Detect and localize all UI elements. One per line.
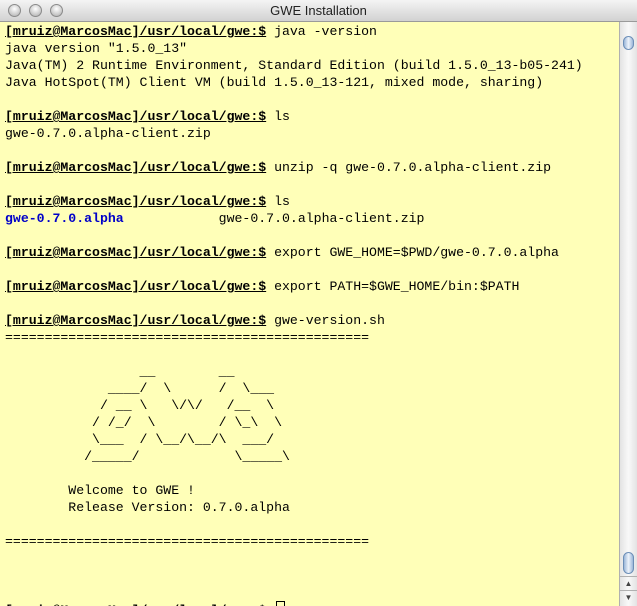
- output-line: ========================================…: [5, 533, 583, 550]
- output-line: ____/ \ / \___: [5, 380, 583, 397]
- line-text: / /_/ \ / \_\ \: [5, 415, 282, 430]
- line-text: unzip -q gwe-0.7.0.alpha-client.zip: [266, 160, 552, 175]
- line-text: gwe-0.7.0.alpha-client.zip: [5, 126, 211, 141]
- command-line: [mruiz@MarcosMac]/usr/local/gwe:$ export…: [5, 244, 583, 261]
- command-line: [mruiz@MarcosMac]/usr/local/gwe:$ java -…: [5, 23, 583, 40]
- shell-prompt: [mruiz@MarcosMac]/usr/local/gwe:$: [5, 279, 267, 294]
- line-text: Welcome to GWE !: [5, 483, 195, 498]
- output-line: gwe-0.7.0.alpha gwe-0.7.0.alpha-client.z…: [5, 210, 583, 227]
- output-line: java version "1.5.0_13": [5, 40, 583, 57]
- line-text: gwe-version.sh: [266, 313, 385, 328]
- command-line: [mruiz@MarcosMac]/usr/local/gwe:$: [5, 601, 583, 606]
- output-line: __ __: [5, 363, 583, 380]
- line-text: gwe-0.7.0.alpha-client.zip: [123, 211, 425, 226]
- output-line: /_____/ \_____\: [5, 448, 583, 465]
- line-text: Release Version: 0.7.0.alpha: [5, 500, 290, 515]
- shell-prompt: [mruiz@MarcosMac]/usr/local/gwe:$: [5, 313, 267, 328]
- command-line: [mruiz@MarcosMac]/usr/local/gwe:$ ls: [5, 193, 583, 210]
- window-title: GWE Installation: [270, 3, 367, 18]
- scroll-down-arrow-icon[interactable]: ▼: [620, 590, 637, 605]
- line-text: export PATH=$GWE_HOME/bin:$PATH: [266, 279, 520, 294]
- line-text: ls: [266, 109, 290, 124]
- line-text: export GWE_HOME=$PWD/gwe-0.7.0.alpha: [266, 245, 559, 260]
- output-line: / __ \ \/\/ /__ \: [5, 397, 583, 414]
- scroll-up-arrow-icon[interactable]: ▲: [620, 576, 637, 591]
- line-text: ========================================…: [5, 330, 370, 345]
- line-text: /_____/ \_____\: [5, 449, 290, 464]
- output-line: / /_/ \ / \_\ \: [5, 414, 583, 431]
- shell-prompt: [mruiz@MarcosMac]/usr/local/gwe:$: [5, 109, 267, 124]
- command-line: [mruiz@MarcosMac]/usr/local/gwe:$ unzip …: [5, 159, 583, 176]
- output-line: \___ / \__/\__/\ ___/: [5, 431, 583, 448]
- line-text: ========================================…: [5, 534, 370, 549]
- output-line: Java(TM) 2 Runtime Environment, Standard…: [5, 57, 583, 74]
- terminal-window: GWE Installation [mruiz@MarcosMac]/usr/l…: [0, 0, 637, 606]
- output-line: gwe-0.7.0.alpha-client.zip: [5, 125, 583, 142]
- output-line: Release Version: 0.7.0.alpha: [5, 499, 583, 516]
- line-text: __ __: [5, 364, 235, 379]
- text-cursor: [276, 601, 286, 606]
- line-text: ____/ \ / \___: [5, 381, 275, 396]
- terminal-lines: [mruiz@MarcosMac]/usr/local/gwe:$ java -…: [5, 23, 583, 606]
- command-line: [mruiz@MarcosMac]/usr/local/gwe:$ export…: [5, 278, 583, 295]
- line-text: java version "1.5.0_13": [5, 41, 188, 56]
- directory-entry: gwe-0.7.0.alpha: [5, 211, 124, 226]
- command-line: [mruiz@MarcosMac]/usr/local/gwe:$ gwe-ve…: [5, 312, 583, 329]
- title-bar[interactable]: GWE Installation: [0, 0, 637, 22]
- line-text: / __ \ \/\/ /__ \: [5, 398, 275, 413]
- terminal-output[interactable]: [mruiz@MarcosMac]/usr/local/gwe:$ java -…: [0, 22, 619, 606]
- scrollbar-thumb[interactable]: [623, 552, 634, 574]
- line-text: Java(TM) 2 Runtime Environment, Standard…: [5, 58, 583, 73]
- shell-prompt: [mruiz@MarcosMac]/usr/local/gwe:$: [5, 24, 267, 39]
- scrollbar-top-cap[interactable]: [623, 36, 634, 50]
- line-text: java -version: [266, 24, 377, 39]
- output-line: Welcome to GWE !: [5, 482, 583, 499]
- shell-prompt: [mruiz@MarcosMac]/usr/local/gwe:$: [5, 245, 267, 260]
- vertical-scrollbar[interactable]: ▲ ▼: [619, 22, 637, 606]
- output-line: ========================================…: [5, 329, 583, 346]
- shell-prompt: [mruiz@MarcosMac]/usr/local/gwe:$: [5, 194, 267, 209]
- command-line: [mruiz@MarcosMac]/usr/local/gwe:$ ls: [5, 108, 583, 125]
- line-text: \___ / \__/\__/\ ___/: [5, 432, 275, 447]
- line-text: Java HotSpot(TM) Client VM (build 1.5.0_…: [5, 75, 544, 90]
- line-text: ls: [266, 194, 290, 209]
- output-line: Java HotSpot(TM) Client VM (build 1.5.0_…: [5, 74, 583, 91]
- shell-prompt: [mruiz@MarcosMac]/usr/local/gwe:$: [5, 160, 267, 175]
